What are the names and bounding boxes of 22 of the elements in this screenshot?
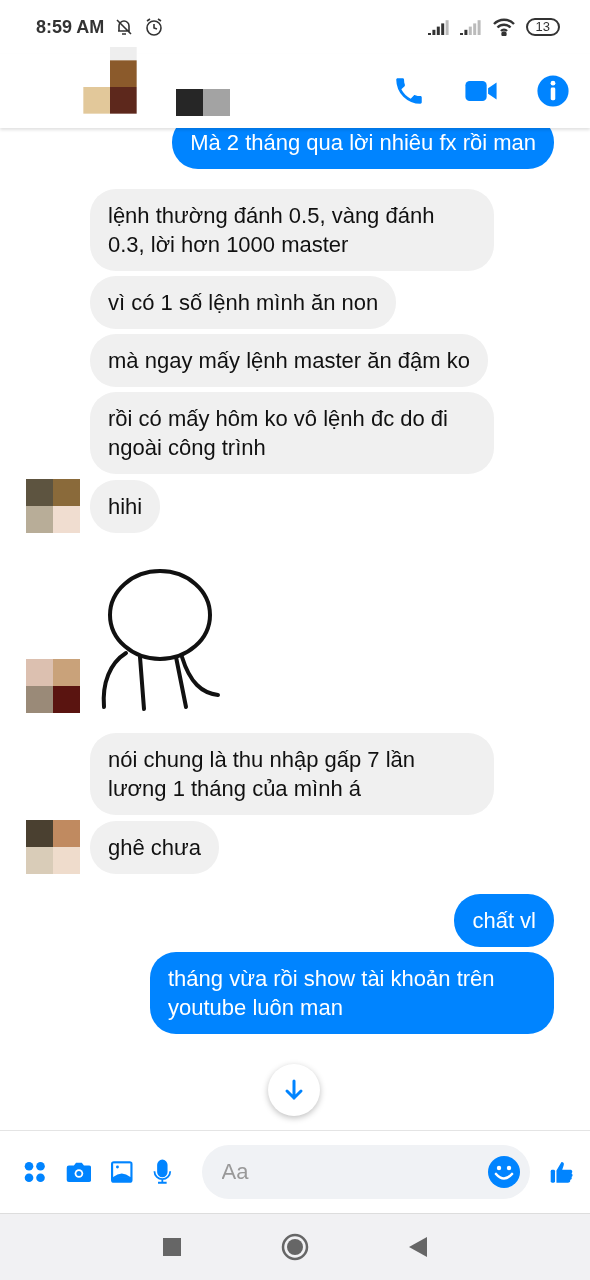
status-time: 8:59 AM	[36, 16, 105, 38]
message-bubble: chất vl	[454, 894, 554, 947]
message-bubble: tháng vừa rồi show tài khoản trên youtube luôn man	[150, 952, 554, 1034]
message-bubble: hihi	[90, 480, 161, 533]
message-bubble: vì có 1 số lệnh mình ăn non	[90, 276, 397, 329]
home-icon[interactable]	[281, 1233, 309, 1261]
info-icon[interactable]	[536, 74, 570, 108]
emoji-icon[interactable]	[487, 1156, 520, 1188]
message-field[interactable]: Aa	[201, 1145, 530, 1199]
alarm-icon	[144, 17, 165, 37]
message-bubble: ghê chưa	[90, 821, 220, 874]
back-icon[interactable]	[409, 1237, 427, 1257]
battery-level: 13	[525, 18, 560, 36]
wifi-icon	[491, 18, 516, 36]
message-bubble: mà ngay mấy lệnh master ăn đậm ko	[90, 334, 488, 387]
signal-icon	[459, 19, 482, 35]
scroll-down-button[interactable]	[268, 1064, 320, 1116]
message-bubble: lệnh thường đánh 0.5, vàng đánh 0.3, lời hơn 1000 master	[90, 189, 494, 271]
message-bubble: rồi có mấy hôm ko vô lệnh đc do đi ngoài công trình	[90, 392, 494, 474]
message-bubble: nói chung là thu nhập gấp 7 lần lương 1 tháng của mình á	[90, 733, 494, 815]
message-bubble: Mà 2 tháng qua lời nhiêu fx rồi man	[172, 128, 554, 169]
signal-icon	[427, 19, 450, 35]
